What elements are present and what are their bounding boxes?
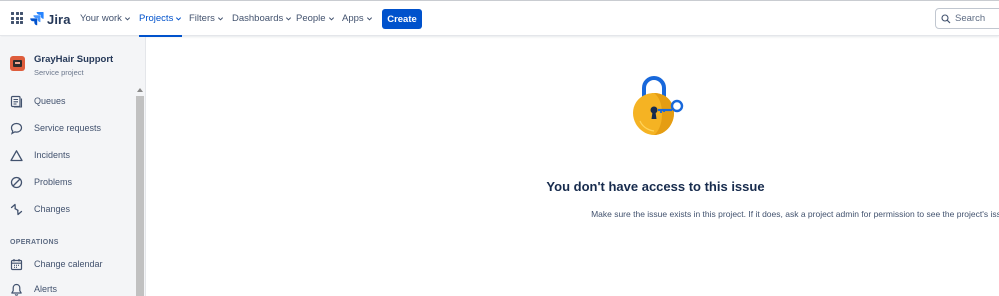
sidebar-item-incidents[interactable]: Incidents <box>10 147 70 163</box>
no-access-message: Make sure the issue exists in this proje… <box>591 209 999 219</box>
chevron-down-icon <box>124 17 130 21</box>
nav-projects-label: Projects <box>139 13 174 24</box>
chevron-down-icon <box>286 17 292 21</box>
chevron-down-icon <box>366 17 372 21</box>
nav-people[interactable]: People <box>296 1 335 36</box>
nav-projects[interactable]: Projects <box>139 1 183 37</box>
section-label-operations: OPERATIONS <box>10 239 59 246</box>
bell-icon <box>11 283 22 296</box>
nav-your-work-label: Your work <box>80 13 122 24</box>
chevron-down-icon <box>328 17 334 21</box>
warning-triangle-icon <box>10 149 23 161</box>
project-name: GrayHair Support <box>34 54 114 65</box>
jira-logo-icon <box>30 12 44 26</box>
project-sidebar: GrayHair Support Service project Queues … <box>0 37 146 296</box>
project-header[interactable]: GrayHair Support Service project <box>10 54 113 78</box>
nav-apps-label: Apps <box>342 13 364 24</box>
queues-icon <box>10 95 23 108</box>
search-box[interactable] <box>935 8 999 29</box>
logo-text: Jira <box>47 11 71 27</box>
sidebar-item-label: Incidents <box>34 150 71 160</box>
sidebar-item-label: Queues <box>34 96 66 106</box>
sidebar-item-label: Service requests <box>34 123 102 133</box>
prohibited-icon <box>10 176 23 188</box>
nav-apps[interactable]: Apps <box>342 1 373 36</box>
project-type: Service project <box>34 68 84 77</box>
sidebar-item-label: Change calendar <box>34 259 103 269</box>
nav-filters-label: Filters <box>189 13 215 24</box>
sidebar-item-changes[interactable]: Changes <box>10 201 70 217</box>
sidebar-item-label: Changes <box>34 204 71 214</box>
sidebar-scrollbar[interactable] <box>135 87 145 296</box>
nav-dashboards-label: Dashboards <box>232 13 284 24</box>
nav-your-work[interactable]: Your work <box>80 1 131 36</box>
sidebar-item-label: Alerts <box>34 284 58 294</box>
no-access-title: You don't have access to this issue <box>546 179 765 194</box>
padlock-with-key-icon <box>633 76 684 135</box>
chevron-down-icon <box>217 17 223 21</box>
calendar-icon <box>10 258 23 270</box>
nav-filters[interactable]: Filters <box>189 1 224 36</box>
jira-logo[interactable]: Jira <box>30 10 71 28</box>
changes-icon <box>10 203 23 215</box>
nav-dashboards[interactable]: Dashboards <box>232 1 292 36</box>
sidebar-item-alerts[interactable]: Alerts <box>10 281 57 296</box>
sidebar-item-label: Problems <box>34 177 73 187</box>
search-input[interactable] <box>955 13 999 24</box>
scrollbar-thumb[interactable] <box>136 96 144 296</box>
create-button[interactable]: Create <box>382 9 422 29</box>
nav-people-label: People <box>296 13 326 24</box>
sidebar-item-queues[interactable]: Queues <box>10 93 66 109</box>
app-switcher-icon[interactable] <box>11 12 23 24</box>
sidebar-item-problems[interactable]: Problems <box>10 174 72 190</box>
project-avatar-icon <box>10 56 25 71</box>
main-content: You don't have access to this issue Make… <box>147 37 999 296</box>
scroll-up-arrow-icon[interactable] <box>137 88 143 92</box>
search-icon <box>941 13 951 23</box>
top-navigation-bar: Jira Your work Projects Filters Dashboar… <box>0 0 999 37</box>
chevron-down-icon <box>176 17 182 21</box>
sidebar-item-service-requests[interactable]: Service requests <box>10 120 101 136</box>
speech-bubble-icon <box>10 122 23 135</box>
sidebar-item-change-calendar[interactable]: Change calendar <box>10 256 103 272</box>
